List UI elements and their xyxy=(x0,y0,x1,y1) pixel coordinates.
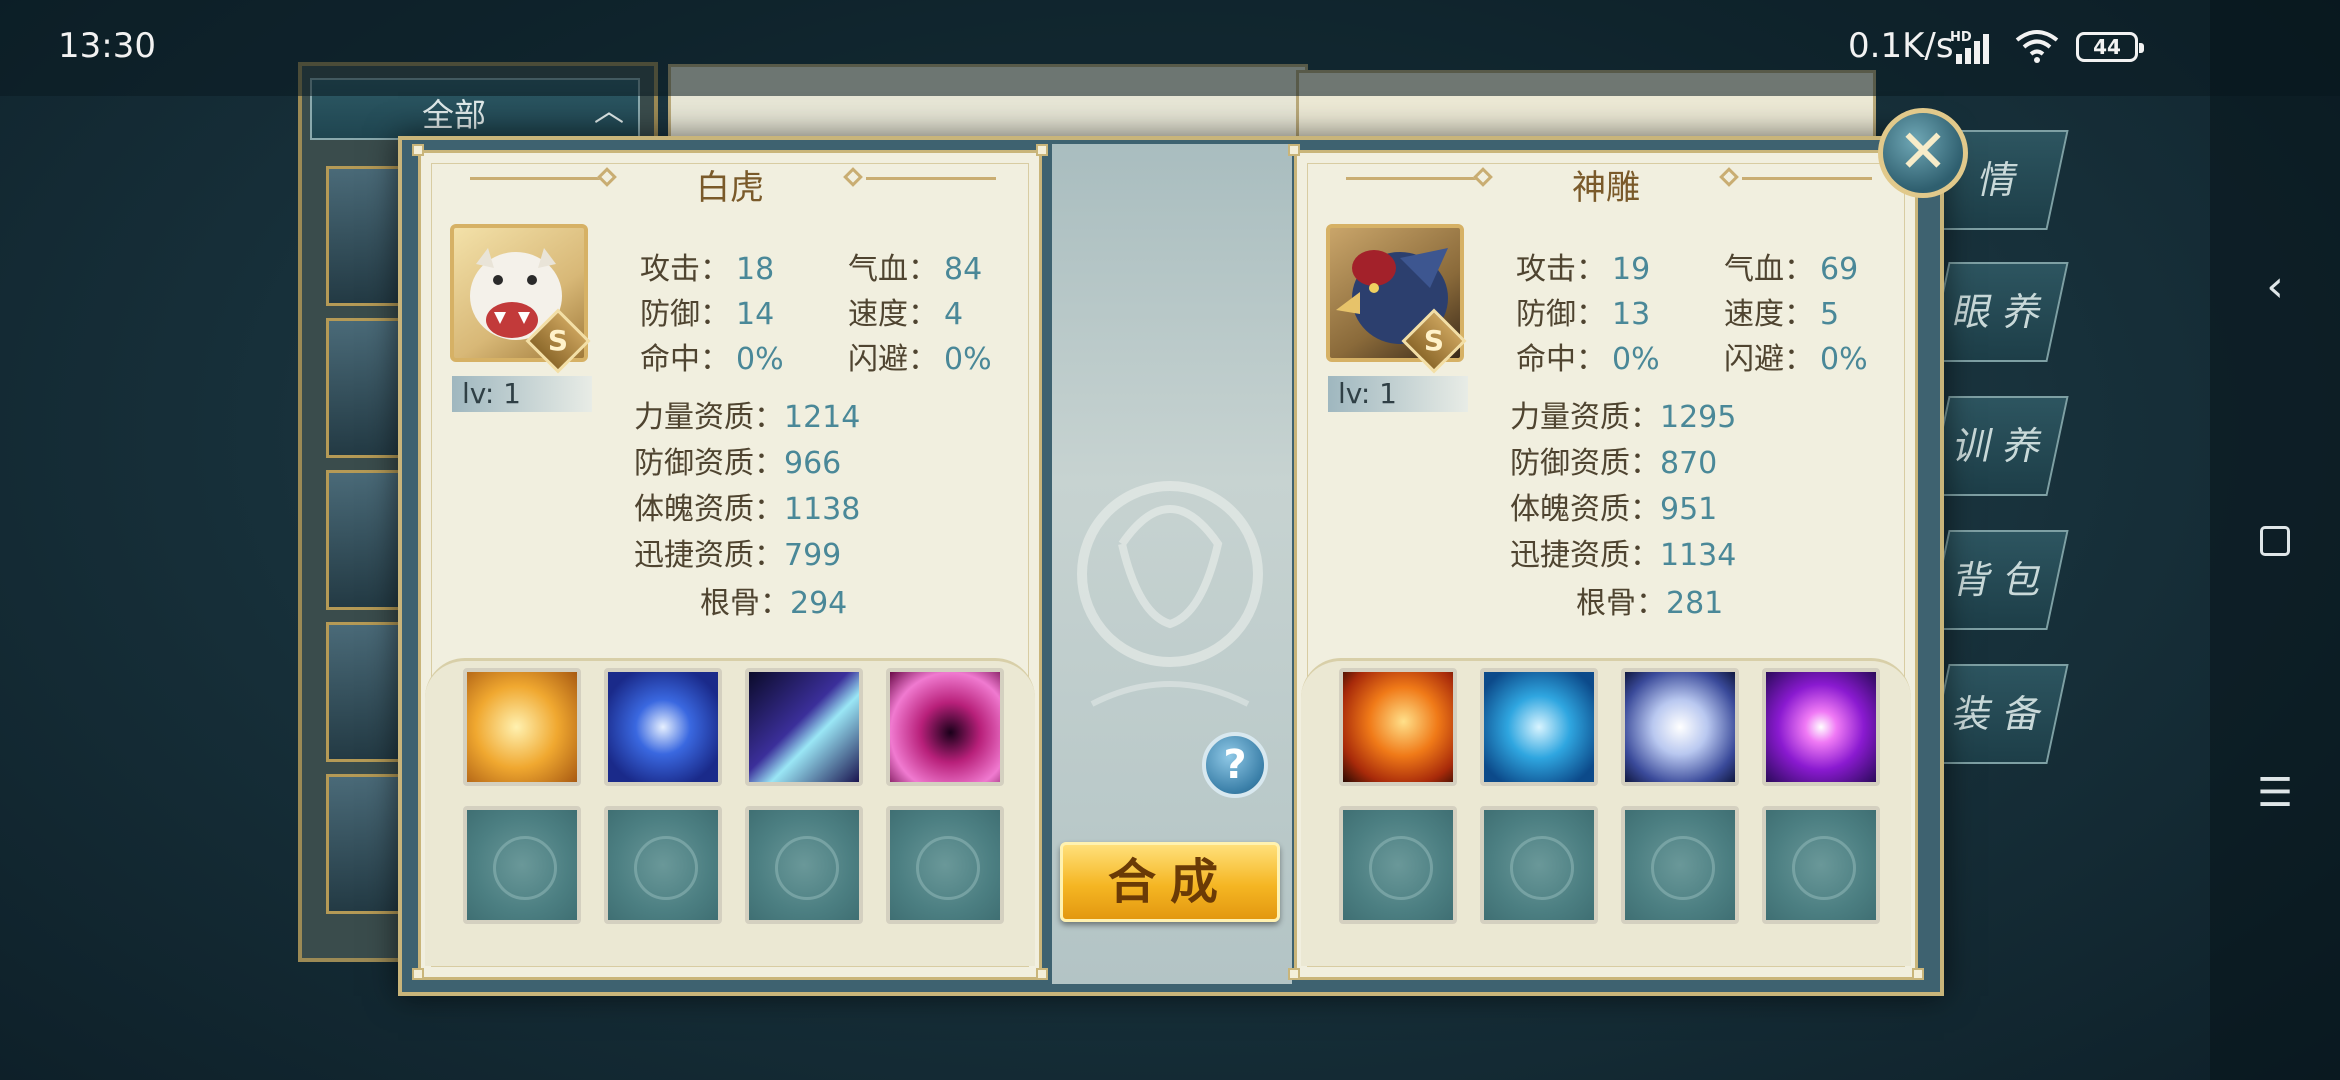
combine-button[interactable]: 合成 xyxy=(1060,842,1280,922)
empty-skill-slot[interactable] xyxy=(604,806,722,924)
menu-icon[interactable]: ☰ xyxy=(2250,768,2300,818)
left-level: lv: 1 xyxy=(452,376,592,412)
golden-lion-skill-icon[interactable] xyxy=(463,668,581,786)
home-icon[interactable] xyxy=(2250,516,2300,566)
right-speed-stat: 速度： 5 xyxy=(1724,297,1840,332)
network-speed: 0.1K/s xyxy=(1848,26,1954,66)
right-defense-aptitude: 防御资质：870 xyxy=(1510,446,1718,481)
left-hp-stat: 气血： 84 xyxy=(848,252,983,287)
back-icon[interactable]: ‹ xyxy=(2250,262,2300,312)
tab-bag[interactable]: 背 包 xyxy=(1927,530,2069,630)
signal-icon xyxy=(1956,30,1996,64)
help-button[interactable]: ? xyxy=(1202,732,1268,798)
claw-slash-skill-icon[interactable] xyxy=(745,668,863,786)
right-hit-stat: 命中： 0% xyxy=(1516,342,1660,377)
fire-phoenix-skill-icon[interactable] xyxy=(1339,668,1457,786)
right-power-aptitude: 力量资质：1295 xyxy=(1510,400,1737,435)
white-orb-skill-icon[interactable] xyxy=(1621,668,1739,786)
left-power-aptitude: 力量资质：1214 xyxy=(634,400,861,435)
left-attack-stat: 攻击： 18 xyxy=(640,252,775,287)
left-bone-stat: 根骨：294 xyxy=(700,586,848,621)
empty-skill-slot[interactable] xyxy=(1480,806,1598,924)
empty-skill-slot[interactable] xyxy=(1621,806,1739,924)
left-defense-aptitude: 防御资质：966 xyxy=(634,446,842,481)
close-button[interactable]: ✕ xyxy=(1878,108,1968,198)
blue-vortex-skill-icon[interactable] xyxy=(604,668,722,786)
status-clock: 13:30 xyxy=(58,26,156,66)
left-body-aptitude: 体魄资质：1138 xyxy=(634,492,861,527)
right-attack-stat: 攻击： 19 xyxy=(1516,252,1651,287)
empty-skill-slot[interactable] xyxy=(1762,806,1880,924)
left-defense-stat: 防御： 14 xyxy=(640,297,775,332)
left-speed-stat: 速度： 4 xyxy=(848,297,964,332)
empty-skill-slot[interactable] xyxy=(886,806,1004,924)
right-defense-stat: 防御： 13 xyxy=(1516,297,1651,332)
left-pet-name: 白虎 xyxy=(696,168,764,208)
empty-skill-slot[interactable] xyxy=(1339,806,1457,924)
right-pet-name: 神雕 xyxy=(1572,168,1640,208)
filter-label: 全部 xyxy=(422,96,487,134)
purple-orb-skill-icon[interactable] xyxy=(1762,668,1880,786)
pink-vortex-skill-icon[interactable] xyxy=(886,668,1004,786)
right-hp-stat: 气血： 69 xyxy=(1724,252,1859,287)
tab-equip[interactable]: 装 备 xyxy=(1927,664,2069,764)
wifi-icon xyxy=(2015,30,2059,63)
empty-skill-slot[interactable] xyxy=(745,806,863,924)
right-dodge-stat: 闪避： 0% xyxy=(1724,342,1868,377)
right-body-aptitude: 体魄资质：951 xyxy=(1510,492,1718,527)
left-dodge-stat: 闪避： 0% xyxy=(848,342,992,377)
tab-train[interactable]: 训 养 xyxy=(1927,396,2069,496)
crossed-blades-skill-icon[interactable] xyxy=(1480,668,1598,786)
battery-icon: 44 xyxy=(2076,32,2144,62)
left-agility-aptitude: 迅捷资质：799 xyxy=(634,538,842,573)
right-agility-aptitude: 迅捷资质：1134 xyxy=(1510,538,1737,573)
right-level: lv: 1 xyxy=(1328,376,1468,412)
empty-skill-slot[interactable] xyxy=(463,806,581,924)
right-bone-stat: 根骨：281 xyxy=(1576,586,1724,621)
left-hit-stat: 命中： 0% xyxy=(640,342,784,377)
tab-nurture[interactable]: 眼 养 xyxy=(1927,262,2069,362)
